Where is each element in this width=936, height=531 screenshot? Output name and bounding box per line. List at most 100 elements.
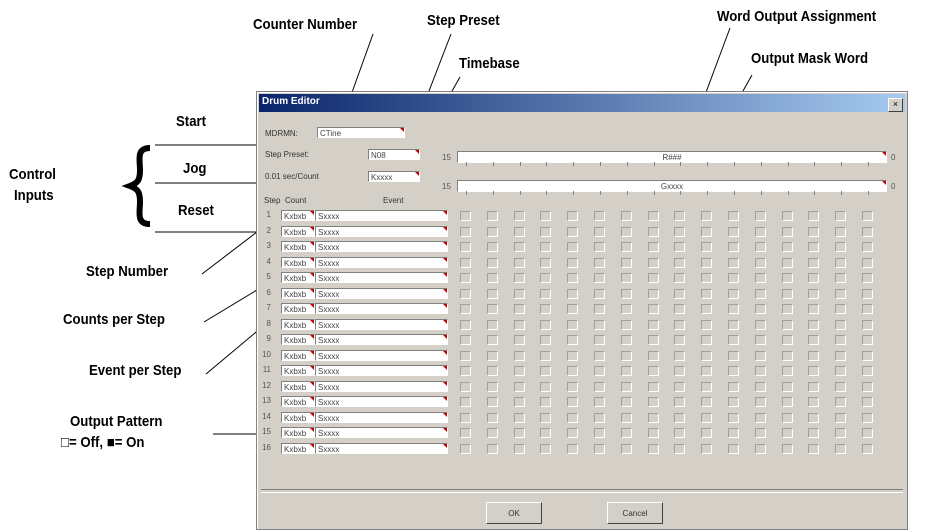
output-cell[interactable]	[648, 304, 659, 314]
output-cell[interactable]	[728, 289, 739, 299]
output-cell[interactable]	[621, 320, 632, 330]
output-cell[interactable]	[567, 273, 578, 283]
output-cell[interactable]	[808, 397, 819, 407]
output-cell[interactable]	[621, 382, 632, 392]
output-cell[interactable]	[755, 366, 766, 376]
output-cell[interactable]	[728, 211, 739, 221]
output-cell[interactable]	[701, 242, 712, 252]
output-cell[interactable]	[808, 227, 819, 237]
step-preset-field[interactable]: N08	[368, 149, 420, 160]
output-cell[interactable]	[728, 273, 739, 283]
output-cell[interactable]	[835, 242, 846, 252]
output-cell[interactable]	[594, 304, 605, 314]
count-field[interactable]: Kxbxb	[281, 365, 315, 376]
output-cell[interactable]	[835, 413, 846, 423]
output-cell[interactable]	[460, 428, 471, 438]
output-cell[interactable]	[674, 304, 685, 314]
output-cell[interactable]	[755, 320, 766, 330]
output-cell[interactable]	[460, 273, 471, 283]
output-cell[interactable]	[567, 397, 578, 407]
output-cell[interactable]	[728, 366, 739, 376]
output-cell[interactable]	[701, 413, 712, 423]
output-cell[interactable]	[648, 211, 659, 221]
output-cell[interactable]	[594, 444, 605, 454]
output-cell[interactable]	[460, 397, 471, 407]
output-cell[interactable]	[674, 413, 685, 423]
event-field[interactable]: Sxxxx	[315, 319, 448, 330]
cancel-button[interactable]: Cancel	[607, 502, 663, 524]
output-cell[interactable]	[621, 304, 632, 314]
output-cell[interactable]	[674, 289, 685, 299]
output-cell[interactable]	[594, 397, 605, 407]
output-cell[interactable]	[514, 382, 525, 392]
output-cell[interactable]	[514, 304, 525, 314]
output-cell[interactable]	[567, 242, 578, 252]
output-cell[interactable]	[487, 304, 498, 314]
output-cell[interactable]	[648, 366, 659, 376]
output-cell[interactable]	[728, 304, 739, 314]
output-cell[interactable]	[514, 273, 525, 283]
output-cell[interactable]	[782, 273, 793, 283]
output-cell[interactable]	[648, 413, 659, 423]
output-cell[interactable]	[540, 304, 551, 314]
output-cell[interactable]	[835, 382, 846, 392]
output-cell[interactable]	[728, 242, 739, 252]
output-cell[interactable]	[755, 382, 766, 392]
output-cell[interactable]	[862, 444, 873, 454]
output-cell[interactable]	[514, 211, 525, 221]
output-cell[interactable]	[514, 227, 525, 237]
output-cell[interactable]	[755, 397, 766, 407]
timebase-field[interactable]: Kxxxx	[368, 171, 420, 182]
output-cell[interactable]	[808, 335, 819, 345]
event-field[interactable]: Sxxxx	[315, 272, 448, 283]
output-cell[interactable]	[701, 444, 712, 454]
output-cell[interactable]	[621, 273, 632, 283]
event-field[interactable]: Sxxxx	[315, 443, 448, 454]
output-cell[interactable]	[540, 444, 551, 454]
output-cell[interactable]	[755, 227, 766, 237]
output-cell[interactable]	[674, 335, 685, 345]
output-cell[interactable]	[540, 397, 551, 407]
output-cell[interactable]	[514, 397, 525, 407]
output-cell[interactable]	[701, 397, 712, 407]
output-cell[interactable]	[808, 320, 819, 330]
counter-number-field[interactable]: CTine	[317, 127, 405, 138]
output-cell[interactable]	[540, 211, 551, 221]
output-cell[interactable]	[862, 366, 873, 376]
output-cell[interactable]	[701, 273, 712, 283]
output-cell[interactable]	[674, 242, 685, 252]
output-cell[interactable]	[782, 444, 793, 454]
output-cell[interactable]	[567, 428, 578, 438]
output-mask-word-field[interactable]: Gxxxx	[457, 180, 887, 195]
output-cell[interactable]	[728, 397, 739, 407]
output-cell[interactable]	[567, 382, 578, 392]
output-cell[interactable]	[835, 397, 846, 407]
output-cell[interactable]	[460, 304, 471, 314]
output-cell[interactable]	[648, 289, 659, 299]
output-cell[interactable]	[674, 211, 685, 221]
output-cell[interactable]	[460, 242, 471, 252]
output-cell[interactable]	[701, 320, 712, 330]
output-cell[interactable]	[835, 227, 846, 237]
output-cell[interactable]	[487, 211, 498, 221]
output-cell[interactable]	[808, 351, 819, 361]
output-cell[interactable]	[621, 227, 632, 237]
output-cell[interactable]	[648, 444, 659, 454]
output-cell[interactable]	[594, 428, 605, 438]
output-cell[interactable]	[862, 382, 873, 392]
output-cell[interactable]	[648, 382, 659, 392]
output-cell[interactable]	[460, 382, 471, 392]
output-cell[interactable]	[648, 227, 659, 237]
output-cell[interactable]	[701, 335, 712, 345]
output-cell[interactable]	[782, 304, 793, 314]
event-field[interactable]: Sxxxx	[315, 334, 448, 345]
count-field[interactable]: Kxbxb	[281, 443, 315, 454]
output-cell[interactable]	[808, 428, 819, 438]
output-cell[interactable]	[460, 444, 471, 454]
output-cell[interactable]	[782, 258, 793, 268]
output-cell[interactable]	[540, 242, 551, 252]
output-cell[interactable]	[701, 227, 712, 237]
output-cell[interactable]	[862, 413, 873, 423]
output-cell[interactable]	[540, 413, 551, 423]
output-cell[interactable]	[621, 351, 632, 361]
